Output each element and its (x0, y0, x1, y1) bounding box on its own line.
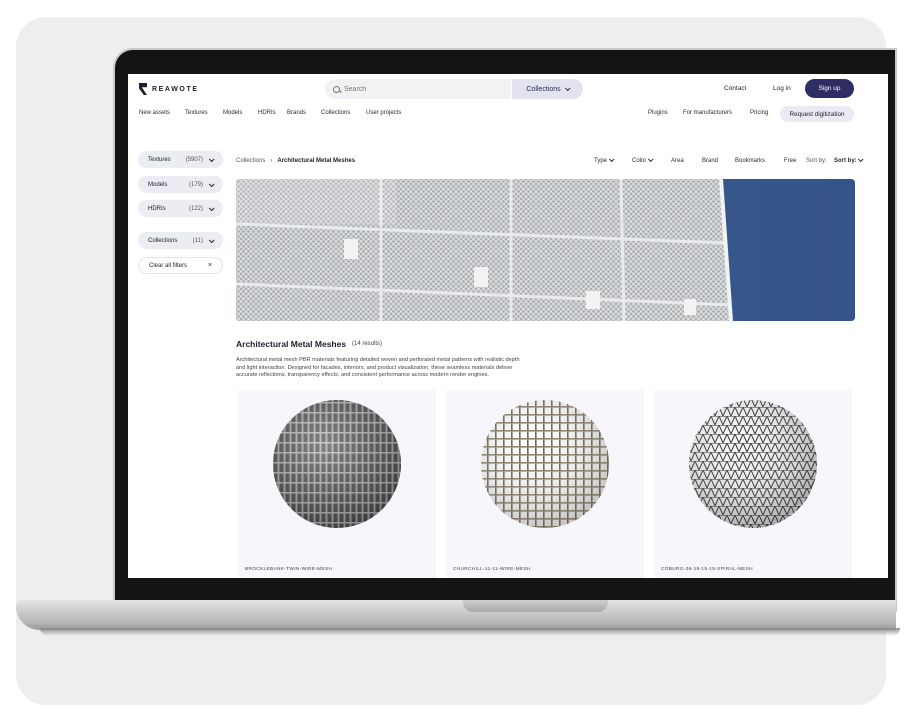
area-filter[interactable]: Area (671, 158, 684, 164)
laptop-shadow (40, 628, 900, 636)
twin-wire-mesh-sphere-image (273, 400, 401, 528)
chevron-down-icon (208, 180, 215, 187)
laptop-base (16, 600, 896, 630)
chevron-down-icon (608, 156, 615, 163)
filter-label: Models (148, 181, 168, 188)
breadcrumb-root[interactable]: Collections (236, 158, 265, 164)
collection-banner-image (236, 179, 855, 321)
collection-description: Architectural metal mesh PBR materials f… (236, 357, 520, 379)
product-card[interactable]: COBURG-36-18-15-15-SPIRAL-MESH (654, 390, 852, 578)
search-icon (333, 85, 340, 93)
breadcrumb: Collections › Architectural Metal Meshes (236, 158, 355, 164)
chevron-down-icon (208, 236, 215, 243)
breadcrumb-separator: › (270, 158, 273, 164)
nav-collections[interactable]: Collections (321, 110, 350, 116)
close-icon: × (207, 262, 212, 269)
nav-for-manufacturers[interactable]: For manufacturers (683, 110, 732, 116)
nav-brands[interactable]: Brands (287, 110, 306, 116)
filter-hdris[interactable]: HDRIs (122) (138, 200, 223, 217)
metal-mesh-facade-image (236, 179, 855, 321)
chevron-down-icon (208, 204, 215, 211)
main-nav: New assets Textures Models HDRIs Brands … (128, 106, 888, 124)
nav-hdris[interactable]: HDRIs (258, 110, 276, 116)
laptop-notch (463, 600, 608, 612)
search-input[interactable] (344, 85, 494, 93)
product-name: CHURCHILL-11-11-WIRE-MESH (453, 567, 531, 572)
breadcrumb-current: Architectural Metal Meshes (277, 158, 356, 164)
filter-count: (11) (192, 237, 203, 244)
nav-pricing[interactable]: Pricing (750, 110, 768, 116)
reawote-logo-icon (139, 83, 147, 95)
sort-dropdown[interactable]: Sort by: (834, 156, 864, 164)
logo-text: REAWOTE (152, 85, 199, 93)
logo[interactable]: REAWOTE (139, 83, 199, 95)
filter-count: (5907) (185, 156, 203, 163)
filter-count: (122) (188, 205, 203, 212)
type-filter-label: Type (594, 158, 608, 164)
request-digitization-button[interactable]: Request digitization (780, 106, 854, 122)
login-link[interactable]: Log in (773, 85, 791, 92)
color-filter[interactable]: Color (632, 156, 654, 164)
bookmarks-filter[interactable]: Bookmarks (735, 158, 765, 164)
product-name: BROCKLEBANK-TWIN-WIRE-MESH (245, 567, 333, 572)
browser-screen: REAWOTE Collections Contact Log in Sign … (128, 74, 888, 578)
brand-filter[interactable]: Brand (702, 158, 718, 164)
collections-dropdown-label: Collections (526, 85, 561, 93)
filter-textures[interactable]: Textures (5907) (138, 151, 223, 168)
filter-collections[interactable]: Collections (11) (138, 232, 223, 249)
results-count: (14 results) (352, 341, 383, 347)
nav-user-projects[interactable]: User projects (366, 110, 401, 116)
chevron-down-icon (564, 85, 571, 92)
nav-textures[interactable]: Textures (185, 110, 208, 116)
filter-label: Textures (148, 156, 171, 163)
nav-plugins[interactable]: Plugins (648, 110, 668, 116)
product-name: COBURG-36-18-15-15-SPIRAL-MESH (661, 567, 753, 572)
clear-filters-label: Clear all filters (149, 262, 188, 269)
signup-button[interactable]: Sign up (805, 79, 854, 98)
filter-models[interactable]: Models (179) (138, 176, 223, 193)
filter-label: HDRIs (148, 205, 166, 212)
free-filter[interactable]: Free (784, 158, 796, 164)
filter-count: (179) (188, 181, 203, 188)
filter-label: Collections (148, 237, 178, 244)
chevron-down-icon (647, 156, 654, 163)
type-filter[interactable]: Type (594, 156, 615, 164)
chevron-down-icon (208, 155, 215, 162)
collection-title: Architectural Metal Meshes (236, 339, 347, 349)
spiral-mesh-sphere-image (689, 400, 817, 528)
collections-dropdown[interactable]: Collections (512, 79, 583, 99)
site-header: REAWOTE Collections Contact Log in Sign … (128, 74, 888, 104)
sort-value: Sort by: (834, 158, 857, 164)
clear-filters-button[interactable]: Clear all filters × (138, 257, 223, 274)
search-bar[interactable] (325, 79, 511, 99)
nav-models[interactable]: Models (223, 110, 242, 116)
chevron-down-icon (858, 156, 864, 163)
wire-mesh-sphere-image (481, 400, 609, 528)
product-card[interactable]: BROCKLEBANK-TWIN-WIRE-MESH (238, 390, 436, 578)
contact-link[interactable]: Contact (724, 85, 746, 92)
color-filter-label: Color (632, 158, 647, 164)
product-card[interactable]: CHURCHILL-11-11-WIRE-MESH (446, 390, 644, 578)
nav-new-assets[interactable]: New assets (139, 110, 170, 116)
sort-label: Sort by: (806, 158, 827, 164)
